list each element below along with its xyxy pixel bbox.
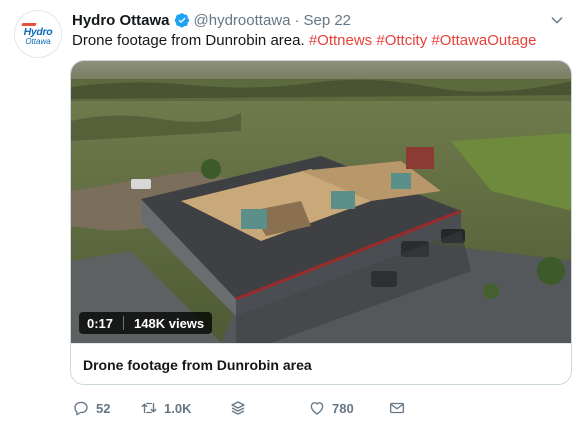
direct-message-button[interactable]	[388, 398, 406, 418]
envelope-icon	[389, 402, 405, 414]
chevron-down-icon[interactable]	[549, 12, 565, 28]
avatar-logo-bottom: Ottawa	[25, 36, 51, 46]
video-duration: 0:17	[87, 315, 114, 331]
retweet-count: 1.0K	[164, 400, 192, 416]
hashtag-ottnews[interactable]: #Ottnews	[309, 32, 372, 49]
tweet-body: Drone footage from Dunrobin area.	[72, 32, 305, 49]
video-title[interactable]: Drone footage from Dunrobin area	[71, 343, 571, 384]
avatar[interactable]: Hydro Ottawa	[14, 10, 62, 58]
account-name[interactable]: Hydro Ottawa	[72, 12, 170, 29]
reply-icon	[74, 401, 88, 416]
stack-icon	[231, 401, 245, 415]
avatar-logo-top: Hydro	[23, 25, 53, 38]
video-player[interactable]: 0:17 148K views	[71, 61, 571, 343]
retweet-button[interactable]: 1.0K	[140, 398, 191, 418]
logo-mark-icon	[21, 22, 37, 26]
tweet-header: Hydro Ottawa @hydroottawa · Sep 22	[72, 10, 565, 30]
separator-dot: ·	[294, 11, 300, 29]
tweet-text: Drone footage from Dunrobin area. #Ottne…	[72, 31, 572, 51]
badge-divider	[123, 316, 125, 330]
tweet-actions: 52 1.0K 780	[72, 398, 572, 418]
hashtag-ottawaoutage[interactable]: #OttawaOutage	[431, 32, 536, 49]
video-card[interactable]: 0:17 148K views Drone footage from Dunro…	[70, 60, 572, 385]
reply-button[interactable]: 52	[72, 398, 110, 418]
like-button[interactable]: 780	[308, 398, 354, 418]
stack-button[interactable]	[229, 398, 247, 418]
tweet-date[interactable]: Sep 22	[303, 12, 351, 29]
verified-badge-icon	[174, 13, 189, 28]
retweet-icon	[141, 402, 157, 414]
like-count: 780	[332, 400, 354, 416]
video-stats-badge: 0:17 148K views	[79, 312, 213, 334]
heart-icon	[310, 402, 324, 415]
video-views: 148K views	[134, 315, 205, 331]
account-handle[interactable]: @hydroottawa	[194, 12, 291, 29]
hashtag-ottcity[interactable]: #Ottcity	[376, 32, 427, 49]
reply-count: 52	[96, 400, 111, 416]
video-thumbnail	[71, 61, 571, 343]
